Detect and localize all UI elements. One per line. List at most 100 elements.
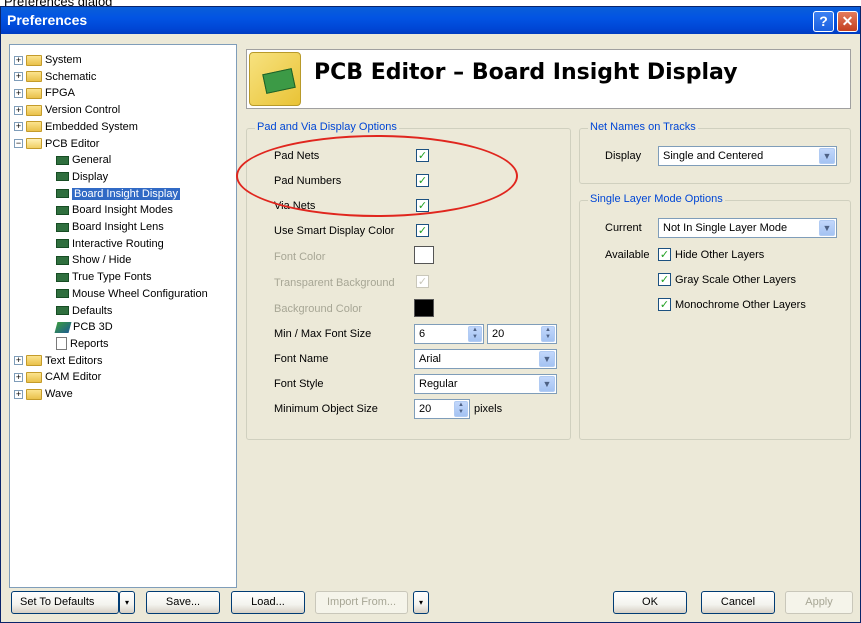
tree-item-embedded-system[interactable]: + Embedded System (14, 119, 138, 135)
pad-nets-checkbox[interactable]: ✓ (416, 149, 429, 162)
apply-button[interactable]: Apply (785, 591, 853, 614)
min-font-size-spinner[interactable]: 6 ▲ ▼ (414, 324, 484, 344)
expand-icon[interactable]: + (14, 72, 23, 82)
tree-item-label: Mouse Wheel Configuration (72, 287, 208, 300)
load-button[interactable]: Load... (231, 591, 305, 614)
min-object-size-value: 20 (419, 403, 432, 415)
tree-item-interactive-routing[interactable]: Interactive Routing (56, 236, 164, 252)
folder-open-icon (26, 138, 42, 150)
tree-item-label: Display (72, 170, 109, 183)
tree-item-reports[interactable]: Reports (56, 336, 109, 352)
tree-item-text-editors[interactable]: + Text Editors (14, 353, 102, 369)
import-from-button[interactable]: Import From... (315, 591, 408, 614)
tree-item-cam-editor[interactable]: + CAM Editor (14, 369, 101, 385)
tree-item-display[interactable]: Display (56, 169, 108, 185)
tree-item-label: Interactive Routing (72, 237, 164, 250)
expand-icon[interactable]: + (14, 389, 23, 399)
font-color-swatch[interactable] (414, 246, 434, 264)
set-to-defaults-button[interactable]: Set To Defaults (11, 591, 119, 614)
tree-item-mouse-wheel-configuration[interactable]: Mouse Wheel Configuration (56, 286, 208, 302)
close-button[interactable]: ✕ (837, 11, 858, 32)
chevron-down-icon[interactable]: ▼ (539, 376, 555, 392)
tree-item-system[interactable]: + System (14, 52, 82, 68)
tree-item-label: Board Insight Modes (72, 204, 173, 217)
tree-item-pcb-3d[interactable]: PCB 3D (54, 319, 113, 335)
pad-via-group-title: Pad and Via Display Options (255, 121, 399, 133)
expand-icon[interactable]: + (14, 88, 23, 98)
transparent-bg-checkbox[interactable]: ✓ (416, 275, 429, 288)
tree-item-label: Version Control (45, 104, 121, 117)
expand-icon[interactable]: + (14, 372, 23, 382)
ok-button[interactable]: OK (613, 591, 687, 614)
tree-item-label: Reports (70, 337, 109, 350)
spin-up-icon[interactable]: ▲ (545, 327, 551, 333)
smart-color-checkbox[interactable]: ✓ (416, 224, 429, 237)
font-name-label: Font Name (274, 353, 329, 365)
window-title: Preferences (7, 12, 88, 28)
spin-up-icon[interactable]: ▲ (472, 327, 478, 333)
spin-arrows-icon[interactable]: ▲ ▼ (541, 326, 555, 342)
pad-numbers-checkbox[interactable]: ✓ (416, 174, 429, 187)
expand-icon[interactable]: + (14, 356, 23, 366)
current-mode-dropdown[interactable]: Not In Single Layer Mode ▼ (658, 218, 837, 238)
gray-scale-label: Gray Scale Other Layers (675, 274, 797, 286)
tree-item-show-hide[interactable]: Show / Hide (56, 252, 131, 268)
set-to-defaults-menu-button[interactable]: ▾ (119, 591, 135, 614)
tree-item-general[interactable]: General (56, 152, 111, 168)
min-object-size-spinner[interactable]: 20 ▲ ▼ (414, 399, 470, 419)
tree-item-label: Wave (45, 388, 73, 400)
collapse-icon[interactable]: − (14, 139, 23, 149)
min-object-size-unit: pixels (474, 403, 503, 415)
spin-arrows-icon[interactable]: ▲ ▼ (454, 401, 468, 417)
tree-item-label: Defaults (72, 304, 113, 317)
tree-item-label: PCB Editor (45, 137, 100, 150)
tree-item-defaults[interactable]: Defaults (56, 303, 112, 319)
tree-item-board-insight-modes[interactable]: Board Insight Modes (56, 202, 173, 218)
tree-item-pcb-editor[interactable]: − PCB Editor (14, 136, 99, 152)
tree-item-true-type-fonts[interactable]: True Type Fonts (56, 269, 151, 285)
tree-item-label: CAM Editor (45, 371, 102, 384)
import-from-menu-button[interactable]: ▾ (413, 591, 429, 614)
tree-item-board-insight-lens[interactable]: Board Insight Lens (56, 219, 164, 235)
chevron-down-icon[interactable]: ▼ (819, 148, 835, 164)
chevron-down-icon[interactable]: ▼ (819, 220, 835, 236)
via-nets-checkbox[interactable]: ✓ (416, 199, 429, 212)
expand-icon[interactable]: + (14, 122, 23, 132)
chevron-down-icon[interactable]: ▼ (539, 351, 555, 367)
bg-color-swatch[interactable] (414, 299, 434, 317)
spin-down-icon[interactable]: ▼ (545, 334, 551, 340)
spin-arrows-icon[interactable]: ▲ ▼ (468, 326, 482, 342)
spin-down-icon[interactable]: ▼ (472, 334, 478, 340)
tree-item-fpga[interactable]: + FPGA (14, 85, 75, 101)
tree-item-schematic[interactable]: + Schematic (14, 69, 96, 85)
net-display-dropdown[interactable]: Single and Centered ▼ (658, 146, 837, 166)
monochrome-checkbox[interactable]: ✓ (658, 298, 671, 311)
hide-other-layers-checkbox[interactable]: ✓ (658, 248, 671, 261)
help-button[interactable]: ? (813, 11, 834, 32)
net-names-group-title: Net Names on Tracks (588, 121, 698, 133)
tree-item-version-control[interactable]: + Version Control (14, 102, 120, 118)
save-button[interactable]: Save... (146, 591, 220, 614)
font-style-dropdown[interactable]: Regular ▼ (414, 374, 557, 394)
spin-up-icon[interactable]: ▲ (458, 402, 464, 408)
preferences-tree[interactable]: + System + Schematic + FPGA + Version Control + E… (9, 44, 237, 588)
folder-icon (26, 71, 42, 83)
spin-down-icon[interactable]: ▼ (458, 409, 464, 415)
cancel-button[interactable]: Cancel (701, 591, 775, 614)
font-style-value: Regular (419, 378, 458, 390)
document-icon (56, 337, 67, 351)
tree-item-board-insight-display[interactable]: Board Insight Display (56, 186, 180, 202)
title-bar: Preferences ? ✕ (1, 7, 860, 34)
expand-icon[interactable]: + (14, 55, 23, 65)
font-name-dropdown[interactable]: Arial ▼ (414, 349, 557, 369)
max-font-size-spinner[interactable]: 20 ▲ ▼ (487, 324, 557, 344)
tree-item-label: Embedded System (45, 120, 138, 133)
gray-scale-checkbox[interactable]: ✓ (658, 273, 671, 286)
tree-item-label: Board Insight Lens (72, 221, 164, 233)
folder-icon (26, 371, 42, 383)
tree-item-wave[interactable]: + Wave (14, 386, 73, 402)
net-names-group: Net Names on Tracks Display Single and C… (579, 121, 851, 184)
tree-item-label: System (45, 54, 82, 66)
expand-icon[interactable]: + (14, 105, 23, 115)
pcb-icon (56, 155, 69, 165)
